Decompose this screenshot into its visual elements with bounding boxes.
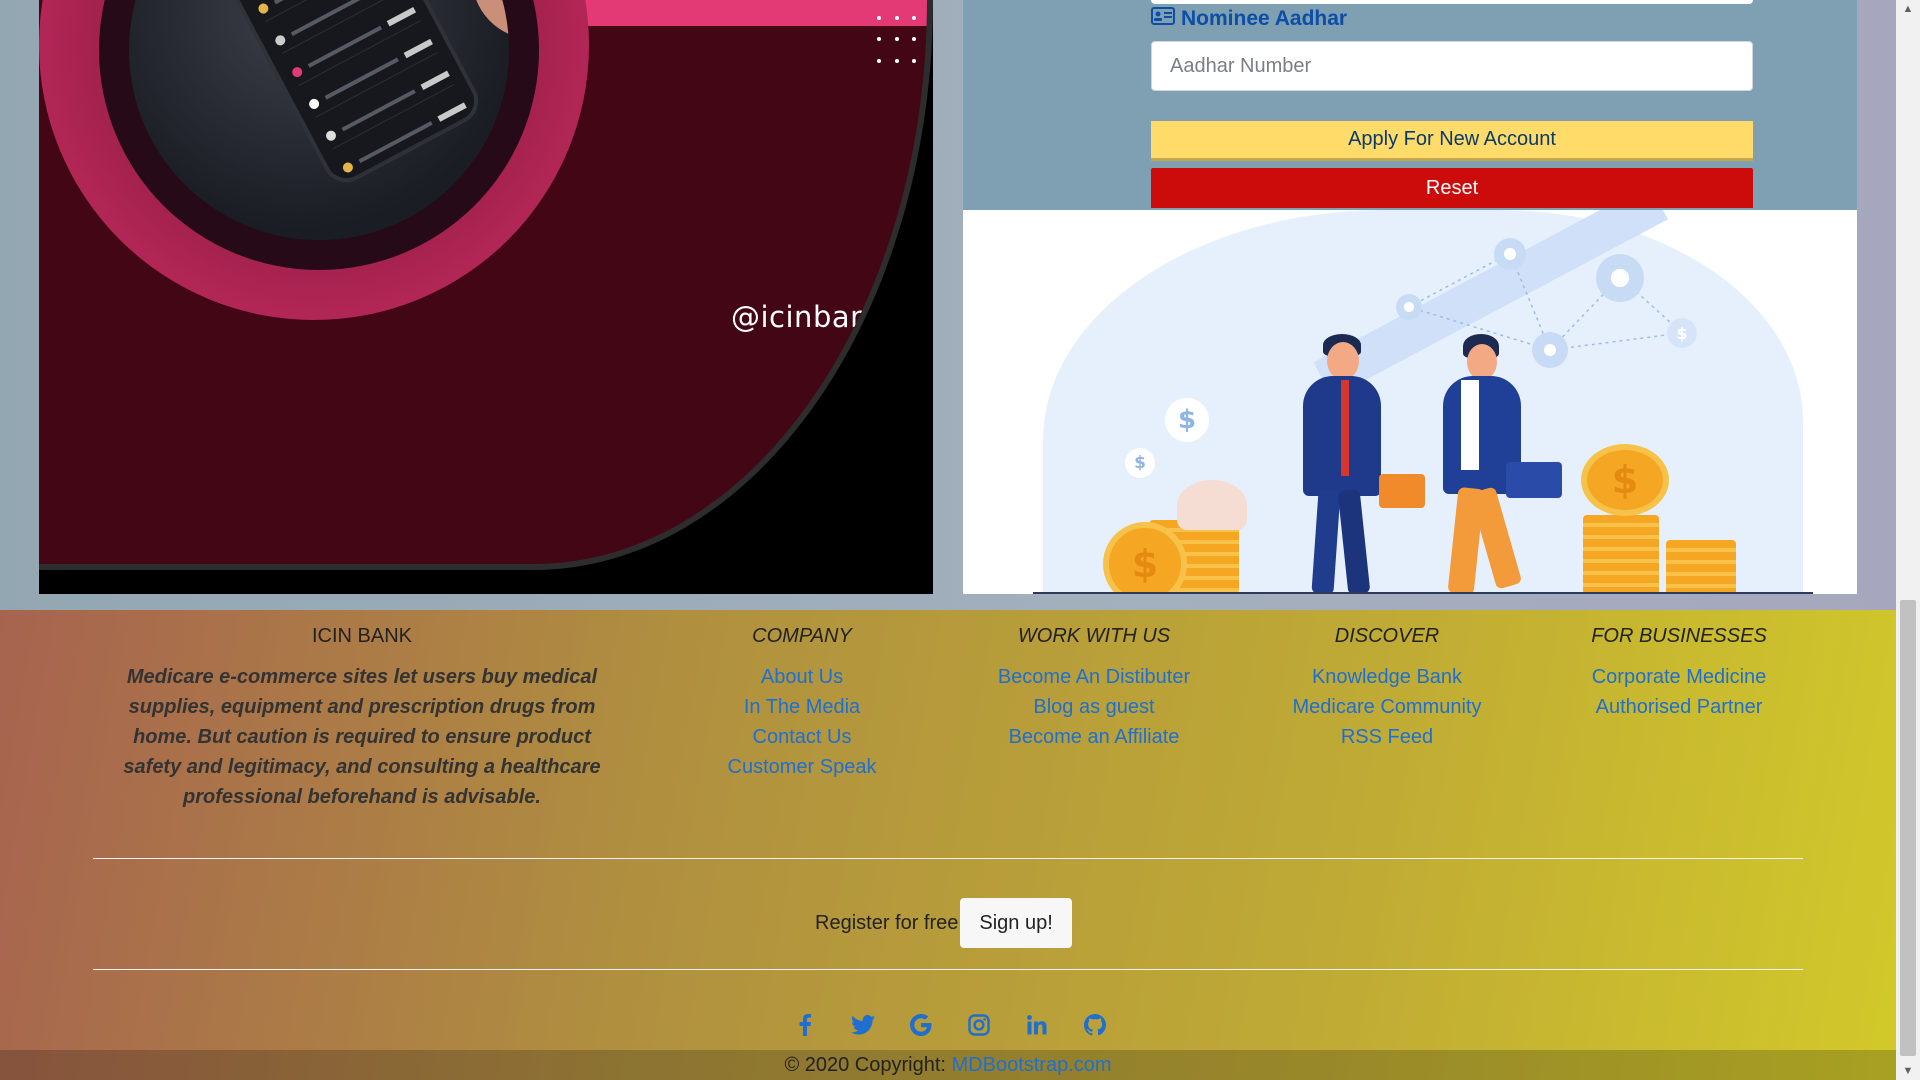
money-bag-icon bbox=[1177, 480, 1247, 530]
footer-link-customer-speak[interactable]: Customer Speak bbox=[701, 752, 903, 782]
nominee-aadhar-label: Nominee Aadhar bbox=[1151, 7, 1347, 31]
apply-new-account-button[interactable]: Apply For New Account bbox=[1151, 121, 1753, 161]
coin-stack bbox=[1666, 540, 1736, 594]
previous-input-edge bbox=[1151, 0, 1753, 4]
register-text: Register for free bbox=[815, 911, 959, 934]
ground-line bbox=[1033, 592, 1813, 594]
footer-work-column: WORK WITH US Become An Distibuter Blog a… bbox=[968, 625, 1220, 752]
footer-link-about-us[interactable]: About Us bbox=[701, 662, 903, 692]
hero-section: @icinbank Nominee Aadhar Apply For New A… bbox=[0, 0, 1896, 610]
user-node-icon bbox=[1396, 294, 1422, 320]
register-section: Register for free Sign up! bbox=[815, 898, 1072, 948]
sign-up-button[interactable]: Sign up! bbox=[960, 898, 1072, 948]
footer-link-blog-as-guest[interactable]: Blog as guest bbox=[968, 692, 1220, 722]
dollar-icon: $ bbox=[1125, 448, 1155, 478]
scroll-thumb[interactable] bbox=[1900, 600, 1916, 1056]
id-card-icon bbox=[1151, 7, 1175, 31]
footer-link-corporate-medicine[interactable]: Corporate Medicine bbox=[1560, 662, 1798, 692]
footer-business-column: FOR BUSINESSES Corporate Medicine Author… bbox=[1560, 625, 1798, 722]
footer-company-column: COMPANY About Us In The Media Contact Us… bbox=[701, 625, 903, 782]
footer-divider bbox=[93, 858, 1803, 859]
instagram-icon[interactable] bbox=[964, 1010, 994, 1040]
person-head bbox=[1327, 342, 1359, 380]
dollar-icon: $ bbox=[1667, 318, 1697, 348]
handshake-illustration: $ $ $ $ $ bbox=[963, 210, 1857, 594]
footer-brand-column: ICIN BANK Medicare e-commerce sites let … bbox=[107, 625, 617, 812]
scroll-down-arrow-icon[interactable]: ▼ bbox=[1896, 1062, 1920, 1080]
footer-business-title: FOR BUSINESSES bbox=[1591, 625, 1767, 647]
google-icon[interactable] bbox=[906, 1010, 936, 1040]
scroll-up-arrow-icon[interactable]: ▲ bbox=[1896, 0, 1920, 18]
footer-discover-column: DISCOVER Knowledge Bank Medicare Communi… bbox=[1266, 625, 1508, 752]
footer-link-medicare-community[interactable]: Medicare Community bbox=[1266, 692, 1508, 722]
footer-divider bbox=[93, 969, 1803, 970]
white-shirt bbox=[1461, 380, 1479, 470]
copyright-bar: © 2020 Copyright: MDBootstrap.com bbox=[0, 1050, 1896, 1080]
footer-link-contact-us[interactable]: Contact Us bbox=[701, 722, 903, 752]
briefcase-icon bbox=[1506, 462, 1562, 498]
dollar-icon: $ bbox=[1165, 398, 1209, 442]
footer-company-title: COMPANY bbox=[752, 625, 852, 647]
promo-banner: @icinbank bbox=[39, 0, 933, 594]
promo-background: @icinbank bbox=[39, 0, 933, 570]
nominee-aadhar-text: Nominee Aadhar bbox=[1181, 7, 1348, 30]
twitter-icon[interactable] bbox=[848, 1010, 878, 1040]
reset-button[interactable]: Reset bbox=[1151, 168, 1753, 208]
account-form: Nominee Aadhar Apply For New Account Res… bbox=[963, 0, 1857, 210]
aadhar-number-input[interactable] bbox=[1151, 41, 1753, 91]
github-icon[interactable] bbox=[1080, 1010, 1110, 1040]
footer-link-authorised-partner[interactable]: Authorised Partner bbox=[1560, 692, 1798, 722]
footer-work-title: WORK WITH US bbox=[1017, 625, 1171, 647]
footer-link-become-affiliate[interactable]: Become an Affiliate bbox=[968, 722, 1220, 752]
user-node-icon bbox=[1596, 254, 1644, 302]
footer-link-rss-feed[interactable]: RSS Feed bbox=[1266, 722, 1508, 752]
promo-handle: @icinbank bbox=[731, 300, 887, 334]
footer-brand-title: ICIN BANK bbox=[311, 625, 413, 647]
footer-brand-text: Medicare e-commerce sites let users buy … bbox=[123, 666, 601, 808]
footer-link-knowledge-bank[interactable]: Knowledge Bank bbox=[1266, 662, 1508, 692]
briefcase-icon bbox=[1379, 474, 1425, 508]
user-node-icon bbox=[1532, 332, 1568, 368]
person-head bbox=[1467, 344, 1497, 380]
network-lines bbox=[1407, 252, 1683, 351]
phone-icon bbox=[181, 0, 487, 191]
site-footer: ICIN BANK Medicare e-commerce sites let … bbox=[0, 610, 1896, 1080]
red-tie bbox=[1341, 380, 1349, 476]
coin-icon: $ bbox=[1581, 444, 1669, 516]
footer-discover-title: DISCOVER bbox=[1334, 625, 1440, 647]
dot-pattern bbox=[877, 16, 927, 66]
linkedin-icon[interactable] bbox=[1022, 1010, 1052, 1040]
footer-link-become-distributer[interactable]: Become An Distibuter bbox=[968, 662, 1220, 692]
coin-stack bbox=[1583, 515, 1659, 594]
copyright-text: © 2020 Copyright: bbox=[784, 1054, 946, 1076]
facebook-icon[interactable] bbox=[790, 1010, 820, 1040]
page-scrollbar[interactable]: ▲ ▼ bbox=[1896, 0, 1920, 1080]
social-links bbox=[790, 1010, 1110, 1040]
user-node-icon bbox=[1494, 238, 1526, 270]
footer-link-in-the-media[interactable]: In The Media bbox=[701, 692, 903, 722]
copyright-link[interactable]: MDBootstrap.com bbox=[952, 1054, 1112, 1076]
